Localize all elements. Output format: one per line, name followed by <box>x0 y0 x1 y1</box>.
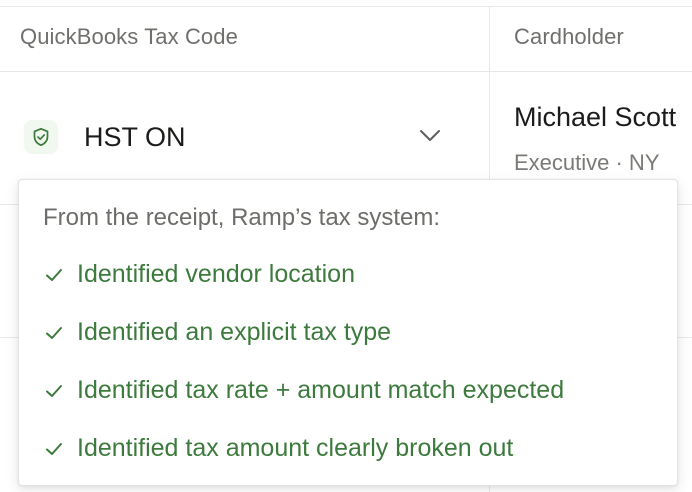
cardholder-meta: Executive · NY <box>514 150 660 175</box>
transactions-table-view: QuickBooks Tax Code Cardholder HST ON Mi… <box>0 0 692 492</box>
check-icon <box>43 380 65 402</box>
check-list-item: Identified tax amount clearly broken out <box>43 434 513 463</box>
check-item-label: Identified vendor location <box>77 260 355 288</box>
tax-code-value: HST ON <box>84 122 186 152</box>
check-list-item: Identified tax rate + amount match expec… <box>43 376 564 405</box>
cardholder-name: Michael Scott <box>514 102 677 132</box>
check-item-label: Identified tax amount clearly broken out <box>77 434 514 462</box>
tax-verification-popover: From the receipt, Ramp’s tax system: Ide… <box>18 179 678 486</box>
chevron-down-icon[interactable] <box>418 128 442 149</box>
check-item-label: Identified tax rate + amount match expec… <box>77 376 565 404</box>
column-header-tax-code[interactable]: QuickBooks Tax Code <box>20 24 238 50</box>
shield-check-icon <box>24 120 58 154</box>
check-icon <box>43 322 65 344</box>
check-icon <box>43 438 65 460</box>
column-header-cardholder[interactable]: Cardholder <box>514 24 624 50</box>
check-list-item: Identified an explicit tax type <box>43 318 391 347</box>
check-item-label: Identified an explicit tax type <box>77 318 392 346</box>
table-top-border <box>0 6 692 7</box>
header-divider <box>0 71 692 72</box>
popover-intro: From the receipt, Ramp’s tax system: <box>43 204 441 231</box>
check-icon <box>43 264 65 286</box>
check-list-item: Identified vendor location <box>43 260 355 289</box>
